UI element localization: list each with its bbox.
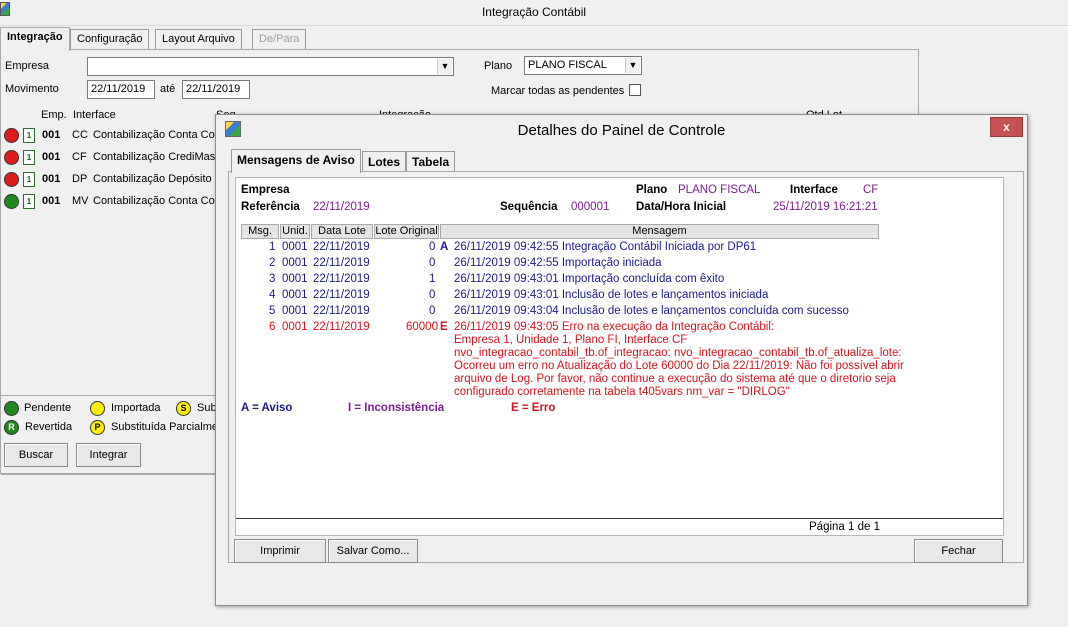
row-desc: Contabilização Conta Co <box>93 129 215 141</box>
s-status-icon: S <box>176 401 191 416</box>
datahora-value: 25/11/2019 16:21:21 <box>773 201 878 213</box>
sequencia-label: Sequência <box>500 201 558 213</box>
col-interface: Interface <box>73 109 116 121</box>
referencia-label: Referência <box>241 201 300 213</box>
legend-revertida: Revertida <box>25 421 73 433</box>
plano-label: Plano <box>636 184 668 196</box>
row-code: MV <box>72 195 89 207</box>
plano-value: PLANO FISCAL <box>678 184 761 196</box>
list-item[interactable]: 1 001 DP Contabilização Depósito <box>4 170 224 192</box>
plano-select[interactable]: PLANO FISCAL ▼ <box>524 56 642 75</box>
list-item[interactable]: 1 001 MV Contabilização Conta Co <box>4 192 224 214</box>
ate-label: até <box>160 83 176 95</box>
chevron-down-icon[interactable]: ▼ <box>437 59 452 74</box>
movimento-label: Movimento <box>5 83 59 95</box>
marcar-label: Marcar todas as pendentes <box>491 85 625 97</box>
dialog-title: Detalhes do Painel de Controle <box>517 122 726 139</box>
tab-configuracao[interactable]: Configuração <box>70 29 150 50</box>
tab-mensagens-aviso[interactable]: Mensagens de Aviso <box>231 149 361 173</box>
details-dialog: Detalhes do Painel de Controle x Mensage… <box>215 114 1028 606</box>
list-item[interactable]: 1 001 CC Contabilização Conta Co <box>4 126 224 148</box>
referencia-value: 22/11/2019 <box>313 201 370 213</box>
col-data-lote: Data Lote <box>311 224 373 239</box>
col-unid: Unid. <box>280 224 310 239</box>
document-icon: 1 <box>23 128 35 143</box>
green-status-icon <box>4 194 19 209</box>
page-indicator: Página 1 de 1 <box>809 521 880 533</box>
document-icon: 1 <box>23 194 35 209</box>
legend-sub: Sub <box>197 402 217 414</box>
dialog-title-bar: Detalhes do Painel de Controle x <box>216 115 1027 145</box>
buscar-button[interactable]: Buscar <box>4 443 68 467</box>
legend-aviso: A = Aviso <box>241 402 293 414</box>
row-emp: 001 <box>42 195 61 207</box>
plano-value: PLANO FISCAL <box>528 59 607 71</box>
marcar-checkbox[interactable] <box>629 84 641 96</box>
window-title: Integração Contábil <box>481 5 587 19</box>
datahora-label: Data/Hora Inicial <box>636 201 727 213</box>
document-icon: 1 <box>23 150 35 165</box>
red-status-icon <box>4 150 19 165</box>
report-view: Empresa Referência 22/11/2019 Plano PLAN… <box>235 177 1004 536</box>
empresa-select[interactable]: ▼ <box>87 57 454 76</box>
red-status-icon <box>4 172 19 187</box>
legend-pendente: Pendente <box>24 402 72 414</box>
p-status-icon: P <box>90 420 105 435</box>
legend-inconsistencia: I = Inconsistência <box>348 402 445 414</box>
integrar-button[interactable]: Integrar <box>76 443 141 467</box>
legend-erro: E = Erro <box>511 402 556 414</box>
tab-integracao[interactable]: Integração <box>0 27 70 51</box>
col-msg: Msg. <box>241 224 279 239</box>
row-code: CC <box>72 129 88 141</box>
imprimir-button[interactable]: Imprimir <box>234 539 326 563</box>
red-status-icon <box>4 128 19 143</box>
chevron-down-icon[interactable]: ▼ <box>625 58 640 73</box>
tab-de-para[interactable]: De/Para <box>252 29 307 50</box>
yellow-status-icon <box>90 401 105 416</box>
fechar-button[interactable]: Fechar <box>914 539 1003 563</box>
tab-lotes[interactable]: Lotes <box>362 151 407 172</box>
interface-label: Interface <box>790 184 838 196</box>
row-desc: Contabilização CrediMasl <box>93 151 218 163</box>
col-mensagem: Mensagem <box>440 224 879 239</box>
row-desc: Contabilização Conta Co <box>93 195 215 207</box>
row-emp: 001 <box>42 151 61 163</box>
green-status-icon <box>4 401 19 416</box>
interface-value: CF <box>863 184 879 196</box>
salvar-como-button[interactable]: Salvar Como... <box>328 539 418 563</box>
col-emp: Emp. <box>41 109 67 121</box>
row-emp: 001 <box>42 129 61 141</box>
document-icon: 1 <box>23 172 35 187</box>
empresa-label: Empresa <box>241 184 290 196</box>
sequencia-value: 000001 <box>571 201 610 213</box>
r-status-icon: R <box>4 420 19 435</box>
main-title-bar: Integração Contábil <box>0 0 1068 26</box>
plano-label: Plano <box>484 60 513 72</box>
movimento-from-input[interactable]: 22/11/2019 <box>87 80 155 99</box>
col-lote-original: Lote Original <box>374 224 439 239</box>
row-emp: 001 <box>42 173 61 185</box>
close-button[interactable]: x <box>990 117 1023 137</box>
movimento-to-input[interactable]: 22/11/2019 <box>182 80 250 99</box>
bottom-divider <box>1 474 217 475</box>
legend-substituida: Substituída Parcialme <box>111 421 218 433</box>
legend-divider <box>1 395 217 396</box>
row-code: CF <box>72 151 87 163</box>
legend-importada: Importada <box>111 402 161 414</box>
list-item[interactable]: 1 001 CF Contabilização CrediMasl <box>4 148 224 170</box>
row-desc: Contabilização Depósito <box>93 173 212 185</box>
row-code: DP <box>72 173 88 185</box>
tab-layout-arquivo[interactable]: Layout Arquivo <box>155 29 242 50</box>
footer-divider <box>236 518 1003 519</box>
empresa-label: Empresa <box>5 60 50 72</box>
tab-tabela[interactable]: Tabela <box>406 151 456 172</box>
